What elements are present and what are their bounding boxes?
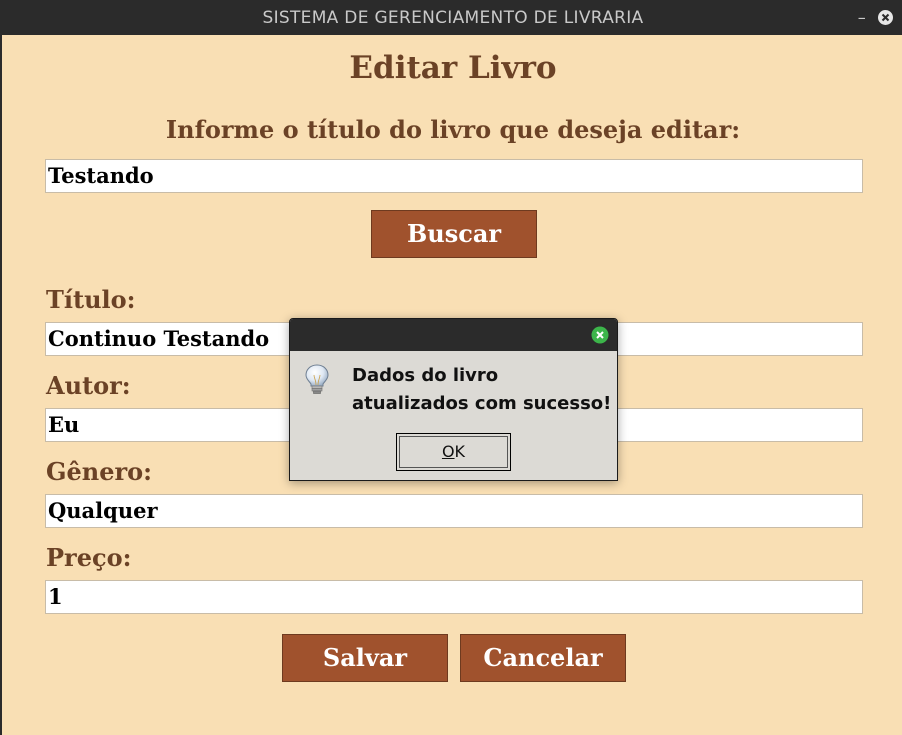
lightbulb-icon	[304, 363, 330, 395]
success-dialog: Dados do livro atualizados com sucesso! …	[289, 318, 618, 481]
search-button[interactable]: Buscar	[371, 210, 537, 258]
search-prompt-label: Informe o título do livro que deseja edi…	[165, 115, 741, 144]
cancel-button[interactable]: Cancelar	[460, 634, 626, 682]
main-window: SISTEMA DE GERENCIAMENTO DE LIVRARIA – E…	[0, 0, 902, 735]
dialog-message: Dados do livro atualizados com sucesso!	[352, 365, 612, 414]
dialog-titlebar[interactable]	[290, 319, 617, 351]
ok-label-rest: K	[454, 442, 466, 461]
ok-button-label: OK	[399, 436, 508, 468]
save-button[interactable]: Salvar	[282, 634, 448, 682]
preco-input[interactable]: 1	[45, 580, 863, 614]
window-close-icon[interactable]	[878, 10, 893, 25]
genero-input[interactable]: Qualquer	[45, 494, 863, 528]
ok-button[interactable]: OK	[396, 433, 511, 471]
autor-label: Autor:	[46, 371, 131, 400]
window-titlebar[interactable]: SISTEMA DE GERENCIAMENTO DE LIVRARIA –	[2, 0, 902, 35]
page-title: Editar Livro	[349, 50, 557, 86]
genero-label: Gênero:	[46, 457, 152, 486]
preco-label: Preço:	[46, 543, 132, 572]
minimize-button[interactable]: –	[858, 0, 866, 36]
window-title: SISTEMA DE GERENCIAMENTO DE LIVRARIA	[262, 8, 644, 28]
search-title-input[interactable]: Testando	[45, 159, 863, 193]
ok-mnemonic: O	[441, 442, 455, 461]
titulo-label: Título:	[46, 285, 136, 314]
dialog-close-icon[interactable]	[591, 326, 609, 344]
